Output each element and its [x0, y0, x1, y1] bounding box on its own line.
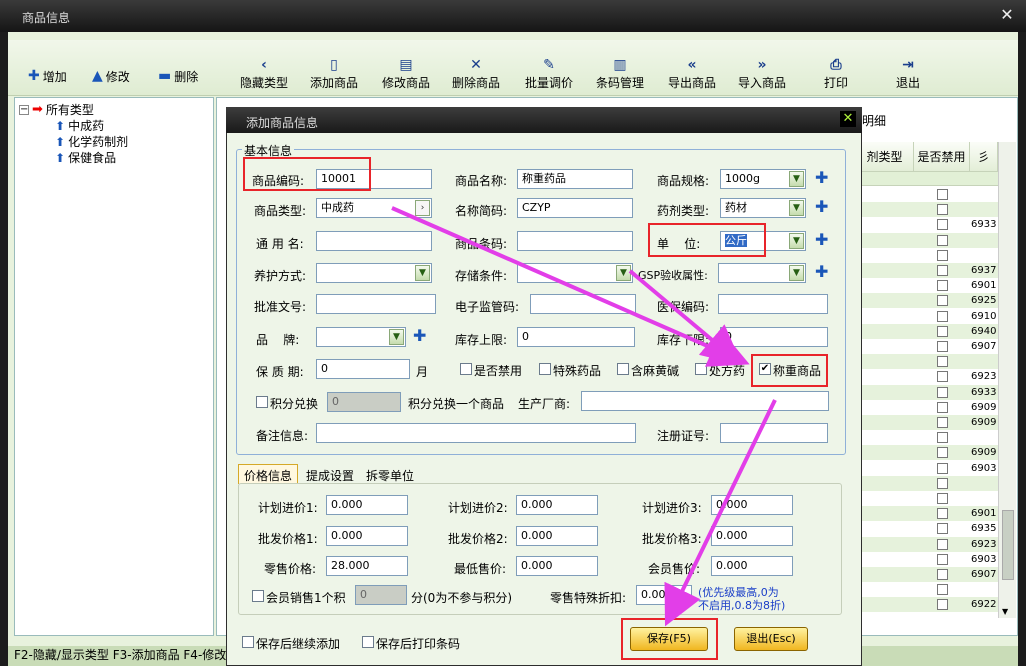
arrow-weighed-to-save	[664, 399, 777, 627]
arrow-code-to-weighed	[391, 206, 750, 367]
annotation-arrows	[391, 206, 777, 627]
arrow-unit-to-weighed	[628, 269, 743, 366]
